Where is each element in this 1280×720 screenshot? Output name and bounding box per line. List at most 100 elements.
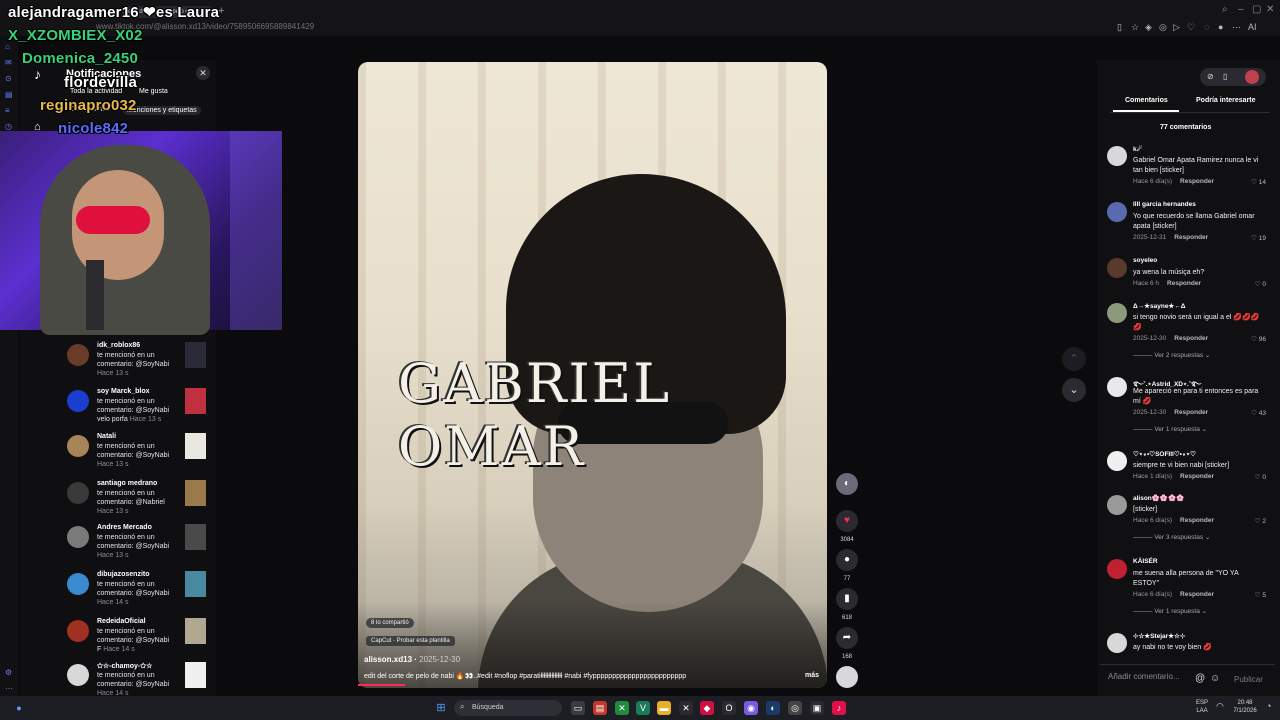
- embed-icon[interactable]: ⊘: [1207, 72, 1214, 81]
- publish-button[interactable]: Publicar: [1234, 675, 1263, 684]
- tab-related[interactable]: Podría interesarte: [1196, 97, 1256, 104]
- reply-button[interactable]: Responder: [1174, 234, 1208, 241]
- language-indicator[interactable]: ESP LAA: [1194, 699, 1210, 715]
- comment-username[interactable]: Δ→★sayne★←Δ: [1133, 302, 1185, 310]
- wifi-icon[interactable]: ◠: [1216, 702, 1224, 711]
- notification-thumbnail[interactable]: [185, 480, 206, 506]
- app-v-icon[interactable]: V: [636, 701, 650, 715]
- shield-icon[interactable]: ◈: [1145, 22, 1152, 33]
- comment-avatar[interactable]: [1107, 303, 1127, 323]
- next-video-icon[interactable]: ⌄: [1062, 378, 1086, 402]
- chrome-icon[interactable]: ◎: [788, 701, 802, 715]
- comment-username[interactable]: KÄISÉR: [1133, 558, 1158, 565]
- comment-username[interactable]: ⊹☆★Stejar★☆⊹: [1133, 632, 1185, 640]
- reply-button[interactable]: Responder: [1167, 280, 1201, 287]
- close-icon[interactable]: ✕: [196, 66, 210, 80]
- comment-like[interactable]: ♡ 5: [1236, 591, 1266, 599]
- comment-like[interactable]: ♡ 0: [1236, 473, 1266, 481]
- ai-icon[interactable]: AI: [1248, 22, 1257, 32]
- comment-username[interactable]: llll garcia hernandes: [1133, 201, 1196, 208]
- windows-start-icon[interactable]: ⊞: [434, 701, 448, 715]
- author-name[interactable]: alisson.xd13: [364, 655, 412, 664]
- notification-thumbnail[interactable]: [185, 433, 206, 459]
- author-avatar[interactable]: ◐: [836, 473, 858, 495]
- steam-icon[interactable]: ◐: [766, 701, 780, 715]
- emoji-icon[interactable]: ☺: [1210, 673, 1220, 684]
- notification-user[interactable]: santiago medrano: [97, 480, 157, 487]
- app-pink-icon[interactable]: ◆: [700, 701, 714, 715]
- close-window-icon[interactable]: ✕: [1266, 4, 1274, 15]
- sidebar-msg-icon[interactable]: ✉: [5, 58, 12, 67]
- comment-like[interactable]: ♡ 43: [1236, 409, 1266, 417]
- comment-username[interactable]: ♡⋆∘•♡SOFIII♡•∘⋆♡: [1133, 450, 1196, 458]
- comment-avatar[interactable]: [1107, 258, 1127, 278]
- music-disc-icon[interactable]: [836, 666, 858, 688]
- notification-thumbnail[interactable]: [185, 571, 206, 597]
- view-replies-button[interactable]: ——— Ver 1 respuesta ⌄: [1133, 425, 1207, 433]
- file-explorer-icon[interactable]: ▬: [657, 701, 671, 715]
- video-player[interactable]: GABRIEL OMAR: [358, 62, 827, 688]
- reply-button[interactable]: Responder: [1180, 517, 1214, 524]
- notification-user[interactable]: Natali: [97, 433, 116, 440]
- sidebar-list-icon[interactable]: ≡: [5, 106, 10, 115]
- notification-avatar[interactable]: [67, 620, 89, 642]
- heart-icon[interactable]: ♡: [1187, 22, 1195, 33]
- app-red-icon[interactable]: ▤: [593, 701, 607, 715]
- notification-bell-icon[interactable]: ◔: [1266, 702, 1271, 711]
- notification-thumbnail[interactable]: [185, 618, 206, 644]
- view-replies-button[interactable]: ——— Ver 2 respuestas ⌄: [1133, 351, 1210, 359]
- comment-avatar[interactable]: [1107, 451, 1127, 471]
- comment-username[interactable]: alison🌸🌸🌸🌸: [1133, 494, 1184, 502]
- chat-icon[interactable]: ◌: [1204, 22, 1209, 32]
- maximize-icon[interactable]: ▢: [1252, 4, 1261, 15]
- comment-input[interactable]: Añadir comentario...: [1108, 672, 1203, 688]
- extension-icon[interactable]: ▯: [1117, 22, 1122, 33]
- share-icon[interactable]: ➦: [836, 627, 858, 649]
- reply-button[interactable]: Responder: [1180, 473, 1214, 480]
- notification-user[interactable]: Andres Mercado: [97, 524, 152, 531]
- reply-button[interactable]: Responder: [1180, 591, 1214, 598]
- app-box-icon[interactable]: ▣: [810, 701, 824, 715]
- notification-avatar[interactable]: [67, 390, 89, 412]
- notification-avatar[interactable]: [67, 573, 89, 595]
- comment-username[interactable]: soyeleo: [1133, 257, 1157, 264]
- reply-button[interactable]: Responder: [1180, 178, 1214, 185]
- sidebar-clock-icon[interactable]: ◷: [5, 122, 12, 131]
- sidebar-more-icon[interactable]: ⋯: [5, 684, 13, 693]
- view-replies-button[interactable]: ——— Ver 3 respuestas ⌄: [1133, 533, 1210, 541]
- weather-icon[interactable]: ●: [12, 701, 26, 715]
- mention-icon[interactable]: @: [1195, 673, 1205, 684]
- notification-avatar[interactable]: [67, 526, 89, 548]
- menu-icon[interactable]: ⋯: [1232, 22, 1241, 33]
- sidebar-chat-icon[interactable]: ▤: [5, 90, 13, 99]
- sidebar-lock-icon[interactable]: ⊙: [5, 74, 12, 83]
- comment-avatar[interactable]: [1107, 633, 1127, 653]
- comment-avatar[interactable]: [1107, 559, 1127, 579]
- view-replies-button[interactable]: ——— Ver 1 respuesta ⌄: [1133, 607, 1207, 615]
- notification-user[interactable]: idk_roblox86: [97, 342, 140, 349]
- app-x-icon[interactable]: ✕: [679, 701, 693, 715]
- xbox-icon[interactable]: ✕: [615, 701, 629, 715]
- notification-user[interactable]: soy Marck_blox: [97, 388, 150, 395]
- notification-thumbnail[interactable]: [185, 342, 206, 368]
- reply-button[interactable]: Responder: [1174, 409, 1208, 416]
- notification-thumbnail[interactable]: [185, 524, 206, 550]
- comment-icon[interactable]: ●: [836, 549, 858, 571]
- notification-user[interactable]: RedeidaOficial: [97, 618, 146, 625]
- notification-avatar[interactable]: [67, 664, 89, 686]
- notification-avatar[interactable]: [67, 482, 89, 504]
- comment-avatar[interactable]: [1107, 146, 1127, 166]
- taskbar-search[interactable]: Búsqueda: [454, 700, 562, 716]
- tiktok-app-icon[interactable]: ♪: [832, 701, 846, 715]
- more-link[interactable]: más: [805, 672, 819, 679]
- video-author[interactable]: alisson.xd13 · 2025-12-30: [364, 655, 460, 664]
- comment-like[interactable]: ♡ 19: [1236, 234, 1266, 242]
- notification-user[interactable]: ✩☆-chamoy-✩☆: [97, 662, 152, 670]
- minimize-icon[interactable]: –: [1238, 4, 1244, 15]
- capcut-template-button[interactable]: CapCut · Probar esta plantilla: [366, 636, 455, 646]
- notification-thumbnail[interactable]: [185, 388, 206, 414]
- comment-avatar[interactable]: [1107, 377, 1127, 397]
- sidebar-settings-icon[interactable]: ⚙: [5, 668, 12, 677]
- notification-avatar[interactable]: [67, 435, 89, 457]
- comment-like[interactable]: ♡ 14: [1236, 178, 1266, 186]
